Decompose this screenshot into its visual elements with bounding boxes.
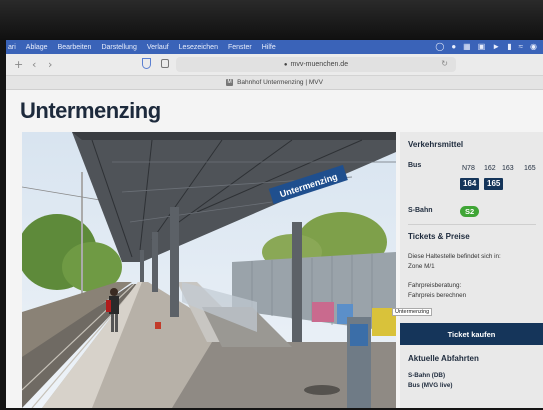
menu-safari[interactable]: ari bbox=[8, 44, 16, 51]
photo-bezel bbox=[0, 0, 543, 40]
divider bbox=[408, 224, 536, 225]
privacy-shield-icon[interactable] bbox=[142, 58, 151, 69]
tab-title[interactable]: Bahnhof Untermenzing | MVV bbox=[237, 79, 323, 86]
sbahn-label: S-Bahn bbox=[408, 207, 433, 214]
bus-line-163[interactable]: 163 bbox=[502, 165, 514, 172]
favicon-icon: M bbox=[226, 79, 234, 86]
sync-icon[interactable]: ● bbox=[451, 42, 456, 51]
forward-icon[interactable]: › bbox=[48, 58, 52, 71]
departure-bus-link[interactable]: Bus (MVG live) bbox=[408, 382, 452, 389]
zone-value: Zone M/1 bbox=[408, 263, 435, 270]
menu-lesezeichen[interactable]: Lesezeichen bbox=[179, 44, 218, 51]
back-icon[interactable]: ‹ bbox=[32, 58, 36, 71]
browser-toolbar: + ‹ › ● mvv-muenchen.de ↻ bbox=[6, 54, 543, 76]
bus-label: Bus bbox=[408, 162, 422, 169]
url-text: mvv-muenchen.de bbox=[290, 61, 349, 68]
wifi-icon[interactable]: ≈ bbox=[519, 42, 523, 51]
bus-line-n78[interactable]: N78 bbox=[462, 165, 475, 172]
menu-darstellung[interactable]: Darstellung bbox=[101, 44, 136, 51]
volume-icon[interactable]: ► bbox=[492, 42, 500, 51]
lock-icon: ● bbox=[283, 61, 288, 68]
zone-info-text: Diese Haltestelle befindet sich in: bbox=[408, 253, 501, 260]
fare-calc-link[interactable]: Fahrpreis berechnen bbox=[408, 292, 466, 299]
address-bar[interactable]: ● mvv-muenchen.de ↻ bbox=[176, 57, 456, 72]
status-icons: ◯ ● ▦ ▣ ► ▮ ≈ ◉ bbox=[435, 42, 537, 51]
station-photo: Untermenzing bbox=[22, 132, 396, 408]
transport-heading: Verkehrsmittel bbox=[408, 140, 464, 149]
menu-bar: ari Ablage Bearbeiten Darstellung Verlau… bbox=[6, 40, 543, 54]
tickets-heading: Tickets & Preise bbox=[408, 232, 470, 241]
menu-bearbeiten[interactable]: Bearbeiten bbox=[58, 44, 92, 51]
bus-line-162[interactable]: 162 bbox=[484, 165, 496, 172]
departures-heading: Aktuelle Abfahrten bbox=[408, 354, 479, 363]
station-info-panel: Verkehrsmittel Bus N78 162 163 165 164 1… bbox=[400, 132, 543, 408]
display-icon[interactable]: ▣ bbox=[478, 42, 486, 51]
vpn-shield-icon[interactable]: ◯ bbox=[435, 42, 444, 51]
fare-advice-label: Fahrpreisberatung: bbox=[408, 282, 462, 289]
grid-icon[interactable]: ▦ bbox=[463, 42, 471, 51]
tooltip: Untermenzing bbox=[392, 308, 433, 316]
reader-icon[interactable] bbox=[161, 59, 169, 68]
page-content: Untermenzing Untermenzing Verkehrsmittel… bbox=[6, 90, 543, 408]
page-title: Untermenzing bbox=[20, 98, 161, 123]
browser-window: ari Ablage Bearbeiten Darstellung Verlau… bbox=[6, 40, 543, 408]
departure-sbahn-link[interactable]: S-Bahn (DB) bbox=[408, 372, 445, 379]
bus-badge-165[interactable]: 165 bbox=[484, 178, 504, 190]
sbahn-line-badge[interactable]: S2 bbox=[460, 206, 480, 217]
menu-fenster[interactable]: Fenster bbox=[228, 44, 252, 51]
battery-icon[interactable]: ▮ bbox=[507, 42, 511, 51]
new-tab-icon[interactable]: + bbox=[14, 58, 23, 71]
bus-badge-164[interactable]: 164 bbox=[460, 178, 480, 190]
buy-ticket-button[interactable]: Ticket kaufen bbox=[400, 323, 543, 345]
menu-verlauf[interactable]: Verlauf bbox=[147, 44, 169, 51]
menu-ablage[interactable]: Ablage bbox=[26, 44, 48, 51]
menu-hilfe[interactable]: Hilfe bbox=[262, 44, 276, 51]
bus-line-165-top[interactable]: 165 bbox=[524, 165, 536, 172]
control-center-icon[interactable]: ◉ bbox=[530, 42, 537, 51]
tab-bar: M Bahnhof Untermenzing | MVV bbox=[6, 76, 543, 90]
reload-icon[interactable]: ↻ bbox=[441, 59, 448, 68]
